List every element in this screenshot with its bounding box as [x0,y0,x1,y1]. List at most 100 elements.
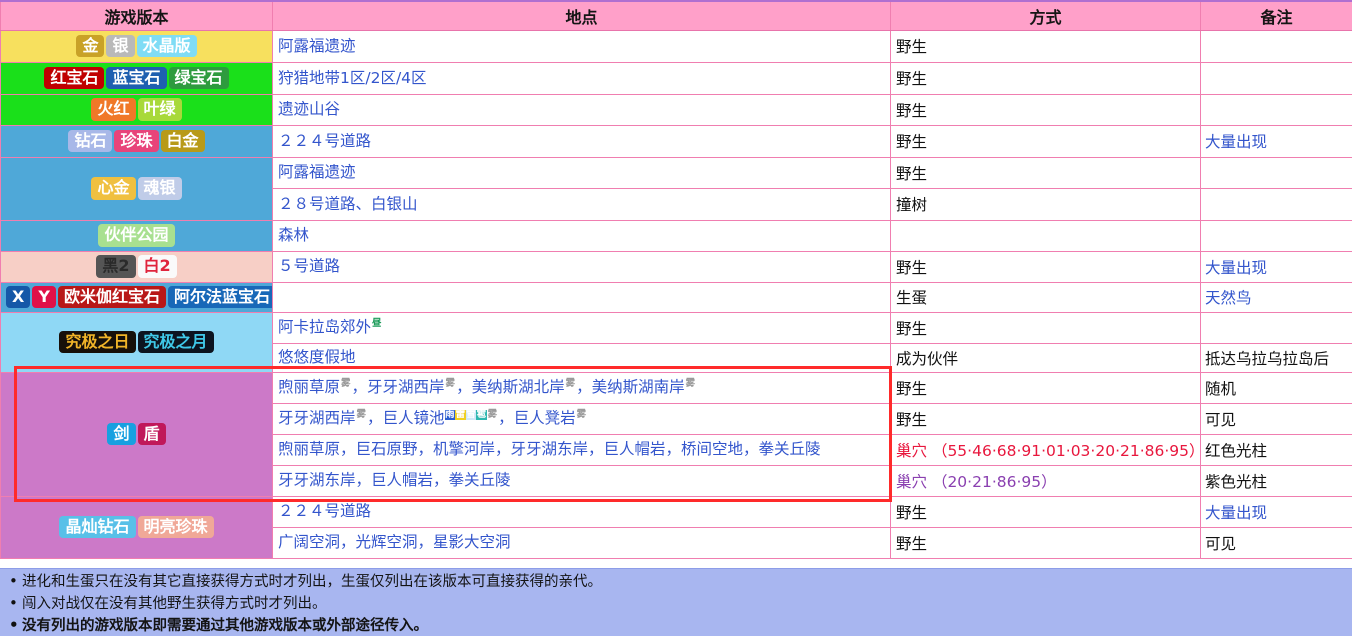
version-badge[interactable]: 钻石 [68,130,112,152]
version-badge[interactable]: 心金 [91,177,135,199]
method-cell: 野生 [891,312,1201,343]
fog-marker-icon: 雾 [565,379,577,389]
version-badge[interactable]: 究极之日 [59,331,135,353]
note-cell [1201,30,1352,62]
version-badge[interactable]: 绿宝石 [169,67,229,89]
table-row: 火红叶绿遗迹山谷野生 [1,94,1352,125]
location-cell: 牙牙湖西岸雾，巨人镜池雨雷雪雹雾，巨人凳岩雾 [273,403,891,434]
version-badge[interactable]: 金 [76,35,104,57]
table-row: 钻石珍珠白金２２４号道路野生大量出现 [1,125,1352,157]
location-text: 悠悠度假地 [278,348,356,366]
version-badge[interactable]: 水晶版 [137,35,197,57]
nest-numbers: （20·21·86·95） [927,473,1057,491]
location-text: ２２４号道路 [278,132,371,150]
version-badge[interactable]: 伙伴公园 [98,224,174,246]
version-badge[interactable]: 明亮珍珠 [138,516,214,538]
version-cell: 晶灿钻石明亮珍珠 [1,496,273,558]
version-badge[interactable]: Y [32,286,56,308]
version-badge[interactable]: 阿尔法蓝宝石 [168,286,273,308]
location-cell: 悠悠度假地 [273,343,891,372]
version-badge[interactable]: 欧米伽红宝石 [58,286,166,308]
version-badge[interactable]: 珍珠 [114,130,158,152]
weather-marker-雨: 雨 [445,410,456,420]
weather-marker-雷: 雷 [455,410,466,420]
table-row: 金银水晶版阿露福遗迹野生 [1,30,1352,62]
location-cell: 阿露福遗迹 [273,157,891,188]
weather-marker-group: 雨雷雪雹 [445,410,487,420]
note-cell [1201,220,1352,251]
location-cell: 遗迹山谷 [273,94,891,125]
fog-marker-icon: 雾 [356,410,368,420]
location-cell: 广阔空洞，光辉空洞，星影大空洞 [273,527,891,558]
version-badge[interactable]: 晶灿钻石 [59,516,135,538]
method-cell: 野生 [891,94,1201,125]
note-cell: 可见 [1201,403,1352,434]
table-row: 究极之日究极之月阿卡拉岛郊外昼野生 [1,312,1352,343]
method-cell: 野生 [891,30,1201,62]
version-badge[interactable]: 剑 [107,423,135,445]
footer-note-item: 没有列出的游戏版本即需要通过其他游戏版本或外部途径传入。 [22,615,1352,637]
version-cell: 钻石珍珠白金 [1,125,273,157]
weather-marker-雪: 雪 [466,410,477,420]
fog-marker-icon: 雾 [576,410,588,420]
version-cell: 红宝石蓝宝石绿宝石 [1,62,273,94]
method-cell: 野生 [891,372,1201,403]
location-text: 阿露福遗迹 [278,37,356,55]
location-cell: 森林 [273,220,891,251]
version-badge[interactable]: 叶绿 [138,98,182,120]
version-badge[interactable]: 蓝宝石 [106,67,166,89]
version-badge[interactable]: 红宝石 [44,67,104,89]
version-badge[interactable]: 白金 [161,130,205,152]
note-cell [1201,157,1352,188]
location-text: ，巨人镜池 [367,409,445,427]
note-cell: 随机 [1201,372,1352,403]
fog-marker-icon: 雾 [340,379,352,389]
version-badge[interactable]: 黑2 [96,255,135,277]
location-cell: ５号道路 [273,251,891,282]
header-method: 方式 [891,1,1201,30]
version-cell: 究极之日究极之月 [1,312,273,372]
table-row: 红宝石蓝宝石绿宝石狩猎地带1区/2区/4区野生 [1,62,1352,94]
method-cell: 野生 [891,527,1201,558]
version-badge[interactable]: 白2 [138,255,177,277]
table-row: 晶灿钻石明亮珍珠２２４号道路野生大量出现 [1,496,1352,527]
method-cell: 撞树 [891,188,1201,220]
version-badge[interactable]: 究极之月 [138,331,214,353]
version-badge[interactable]: 银 [106,35,134,57]
note-cell [1201,94,1352,125]
method-cell: 巢穴 （20·21·86·95） [891,465,1201,496]
note-cell: 抵达乌拉乌拉岛后 [1201,343,1352,372]
table-row: 黑2白2５号道路野生大量出现 [1,251,1352,282]
version-badge[interactable]: 魂银 [138,177,182,199]
version-cell: 心金魂银 [1,157,273,220]
day-marker-icon: 昼 [371,319,383,329]
location-cell: 牙牙湖东岸，巨人帽岩，拳关丘陵 [273,465,891,496]
note-cell [1201,312,1352,343]
version-badge[interactable]: 盾 [138,423,166,445]
note-cell: 大量出现 [1201,496,1352,527]
location-text: ，巨人凳岩 [498,409,576,427]
method-cell: 野生 [891,403,1201,434]
footer-notes-list: 进化和生蛋只在没有其它直接获得方式时才列出，生蛋仅列出在该版本可直接获得的亲代。… [0,571,1352,637]
version-badge[interactable]: X [6,286,30,308]
fog-marker-icon: 雾 [445,379,457,389]
version-cell: 火红叶绿 [1,94,273,125]
fog-marker-icon: 雾 [685,379,697,389]
version-badge[interactable]: 火红 [91,98,135,120]
location-cell [273,282,891,312]
location-text: 煦丽草原 [278,378,340,396]
note-cell: 大量出现 [1201,125,1352,157]
fog-marker-icon: 雾 [487,410,499,420]
version-cell: 金银水晶版 [1,30,273,62]
location-cell: ２２４号道路 [273,496,891,527]
method-cell: 生蛋 [891,282,1201,312]
header-location: 地点 [273,1,891,30]
location-text: 森林 [278,226,309,244]
method-cell: 野生 [891,251,1201,282]
method-cell: 成为伙伴 [891,343,1201,372]
location-cell: ２８号道路、白银山 [273,188,891,220]
location-text: 煦丽草原，巨石原野，机擎河岸，牙牙湖东岸，巨人帽岩，桥间空地，拳关丘陵 [278,440,821,458]
note-cell: 天然鸟 [1201,282,1352,312]
location-text: 阿露福遗迹 [278,163,356,181]
location-text: 阿卡拉岛郊外 [278,318,371,336]
